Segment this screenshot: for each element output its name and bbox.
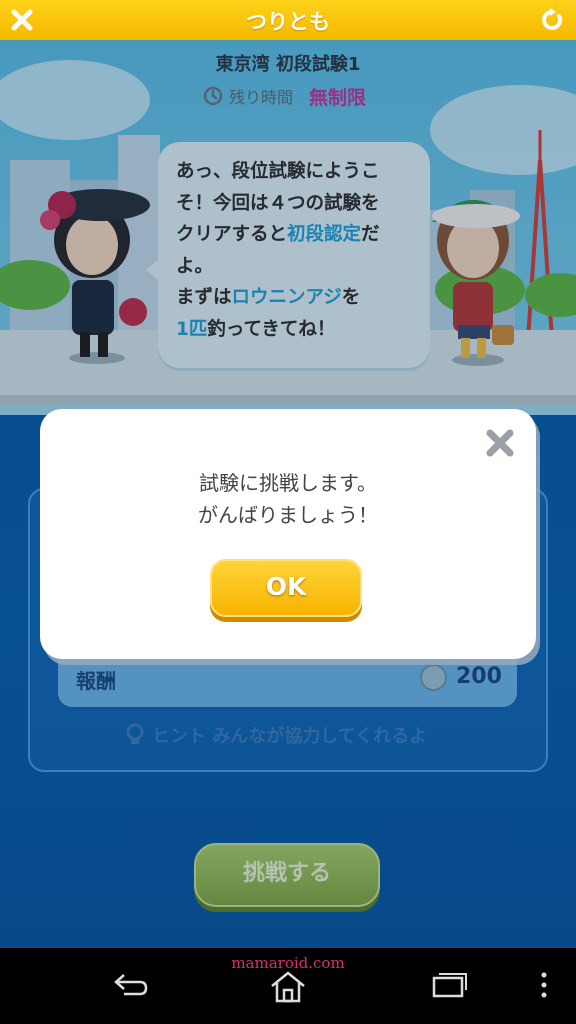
app-title: つりとも xyxy=(246,10,330,34)
close-icon[interactable] xyxy=(484,427,516,459)
refresh-icon[interactable] xyxy=(540,7,566,33)
recent-apps-icon[interactable] xyxy=(428,970,468,1004)
dialog-message-line: 試験に挑戦します。 xyxy=(199,471,377,495)
ok-button[interactable]: OK xyxy=(210,559,362,617)
dialog-message: 試験に挑戦します。 がんばりましょう！ xyxy=(40,467,536,531)
navigation-bar: mamaroid.com xyxy=(0,948,576,1024)
app-header: つりとも xyxy=(0,0,576,40)
overflow-menu-icon[interactable] xyxy=(538,970,550,1004)
game-scene: 東京湾 初段試験1 残り時間 無制限 あっ、段位試験にようこ そ！今回は４つの試… xyxy=(0,40,576,948)
home-icon[interactable] xyxy=(268,970,308,1008)
back-icon[interactable] xyxy=(110,970,150,1004)
confirm-dialog: 試験に挑戦します。 がんばりましょう！ OK xyxy=(40,409,536,659)
dialog-message-line: がんばりましょう！ xyxy=(198,503,378,527)
